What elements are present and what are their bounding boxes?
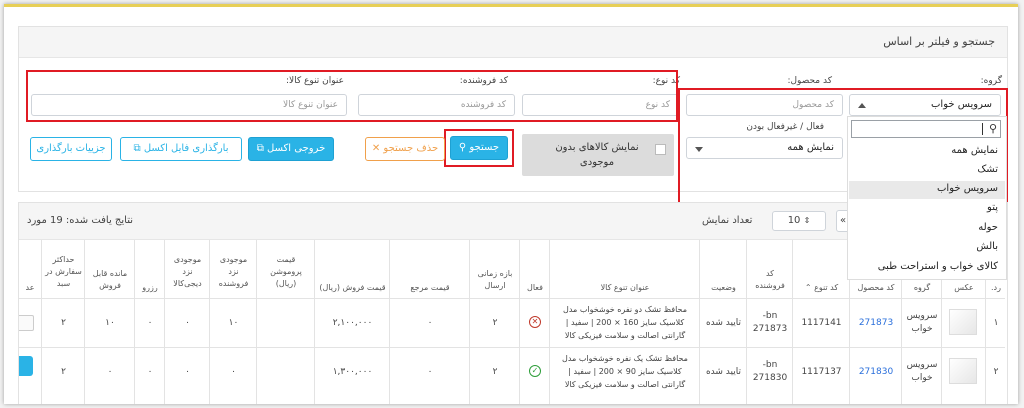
page-size-label: تعداد نمایش — [702, 215, 753, 226]
row-2-ref-price: ۰ — [427, 367, 433, 377]
row-1-seller-stock: ۱۰ — [228, 318, 239, 328]
excel-upload-button[interactable]: بارگذاری فایل اکسل ⧉ — [120, 137, 242, 161]
external-link-icon: ⧉ — [256, 143, 264, 154]
row-1-index: ۱ — [993, 318, 999, 328]
row-2-index: ۲ — [993, 367, 999, 377]
group-label: گروه: — [980, 76, 1002, 86]
filter-panel-title: جستجو و فیلتر بر اساس — [883, 35, 995, 48]
group-dropdown-search-input[interactable]: ⚲ — [851, 120, 1001, 138]
product-thumbnail[interactable] — [949, 309, 977, 335]
col-extra: عد — [25, 283, 35, 292]
active-check-icon[interactable]: ✓ — [529, 365, 541, 377]
row-1-max-order: ۲ — [61, 318, 66, 328]
col-title: عنوان تنوع کالا — [600, 283, 650, 292]
row-1-type-code: 1117141 — [801, 318, 842, 328]
row-1-action-button[interactable] — [19, 315, 34, 331]
row-1-ref-price: ۰ — [427, 318, 433, 328]
top-accent-line — [4, 4, 1018, 7]
close-icon: ✕ — [371, 143, 381, 154]
upload-details-button[interactable]: جزییات بارگذاری — [30, 137, 112, 161]
group-option-blanket[interactable]: پتو — [987, 202, 998, 213]
col-group: گروه — [913, 283, 931, 292]
group-option-all[interactable]: نمایش همه — [951, 145, 998, 156]
row-2-ship: ۲ — [492, 367, 498, 377]
col-image: عکس — [954, 283, 974, 292]
show-no-stock-toggle[interactable]: نمایش کالاهای بدون موجودی — [522, 134, 674, 176]
search-highlight-box — [444, 129, 514, 167]
search-icon: ⚲ — [988, 122, 997, 135]
row-1-reserve: ۰ — [147, 318, 153, 328]
sort-up-icon: ⌃ — [804, 283, 812, 292]
results-count: نتایج یافت شده: 19 مورد — [27, 215, 134, 226]
row-2-status: تایید شده — [705, 367, 742, 377]
upload-icon: ⧉ — [133, 143, 141, 154]
col-active: فعال — [527, 283, 543, 292]
row-2-title: محافظ تشک یک نفره خوشخواب مدل کلاسیک سایز… — [562, 354, 688, 389]
filter-panel-header: جستجو و فیلتر بر اساس — [19, 27, 1007, 58]
row-2-type-code: 1117137 — [801, 367, 842, 377]
group-option-pillow[interactable]: بالش — [976, 241, 998, 252]
table-header-divider — [19, 298, 1005, 299]
chevron-left-icon: « — [839, 215, 847, 226]
col-ship-time: بازه زمانی ارسال — [477, 269, 513, 290]
col-seller-stock: موجودی نزد فروشنده — [218, 255, 249, 288]
inactive-x-icon[interactable]: ✕ — [529, 316, 541, 328]
col-ref-price: قیمت مرجع — [410, 283, 450, 292]
row-2-product-code-link[interactable]: 271830 — [851, 366, 901, 379]
col-product-code[interactable]: کد محصول — [851, 282, 901, 294]
row-2-remaining: ۰ — [107, 367, 113, 377]
product-code-label: کد محصول: — [787, 76, 832, 86]
col-sale-price: قیمت فروش (ریال) — [319, 283, 386, 292]
row-2-sale-price: ۱,۳۰۰,۰۰۰ — [332, 367, 373, 377]
row-1-group: سرویس خواب — [906, 311, 938, 334]
group-option-bedroom-set[interactable]: سرویس خواب — [937, 183, 998, 194]
text-cursor — [982, 123, 983, 135]
col-promo-price: قیمت پروموشن (ریال) — [270, 255, 302, 288]
group-option-towel[interactable]: حوله — [978, 222, 998, 233]
col-row: رد. — [991, 283, 1001, 292]
row-1-status: تایید شده — [705, 318, 742, 328]
row-1-seller-code: bn- 271873 — [752, 311, 788, 334]
col-type-code[interactable]: کد تنوع ⌃ — [794, 282, 849, 294]
excel-export-button[interactable]: خروجی اکسل ⧉ — [248, 137, 334, 161]
group-option-medical[interactable]: کالای خواب و استراحت طبی — [878, 261, 998, 272]
col-status: وضعیت — [711, 283, 736, 292]
stepper-arrows-icon: ⇕ — [803, 216, 811, 225]
row-2-max-order: ۲ — [61, 367, 66, 377]
app-window: جستجو و فیلتر بر اساس گروه: کد محصول: کد… — [4, 4, 1018, 404]
product-thumbnail[interactable] — [949, 358, 977, 384]
row-1-title: محافظ تشک دو نفره خوشخواب مدل کلاسیک سایز… — [563, 305, 687, 340]
row-2-seller-stock: ۰ — [231, 367, 236, 377]
col-reserve: رزرو — [142, 283, 158, 292]
show-no-stock-label: نمایش کالاهای بدون موجودی — [555, 142, 639, 168]
row-1-ship: ۲ — [492, 318, 498, 328]
group-dropdown-list: ⚲ نمایش همه تشک سرویس خواب پتو حوله بالش… — [847, 116, 1007, 280]
col-remaining: مانده قابل فروش — [92, 269, 128, 290]
row-2-reserve: ۰ — [147, 367, 153, 377]
row-1-sale-price: ۲,۱۰۰,۰۰۰ — [332, 318, 373, 328]
page-size-stepper[interactable]: 10 ⇕ — [772, 211, 826, 231]
col-max-order: حداکثر سفارش در سبد — [45, 255, 82, 288]
row-2-seller-code: bn- 271830 — [752, 360, 788, 383]
col-dk-stock: موجودی نزد دیجی‌کالا — [173, 255, 202, 288]
col-seller-code: کد فروشنده — [755, 269, 785, 290]
show-no-stock-checkbox[interactable] — [655, 144, 666, 155]
filter-fields-highlight-box — [26, 70, 678, 122]
row-2-group: سرویس خواب — [906, 360, 938, 383]
row-1-product-code-link[interactable]: 271873 — [851, 317, 901, 330]
row-1-dk-stock: ۰ — [185, 318, 190, 328]
row-2-dk-stock: ۰ — [185, 367, 190, 377]
row-1-remaining: ۱۰ — [105, 318, 115, 328]
clear-search-button[interactable]: حذف جستجو ✕ — [365, 137, 445, 161]
group-option-mattress[interactable]: تشک — [977, 164, 998, 175]
row-2-action-button[interactable] — [19, 356, 33, 376]
